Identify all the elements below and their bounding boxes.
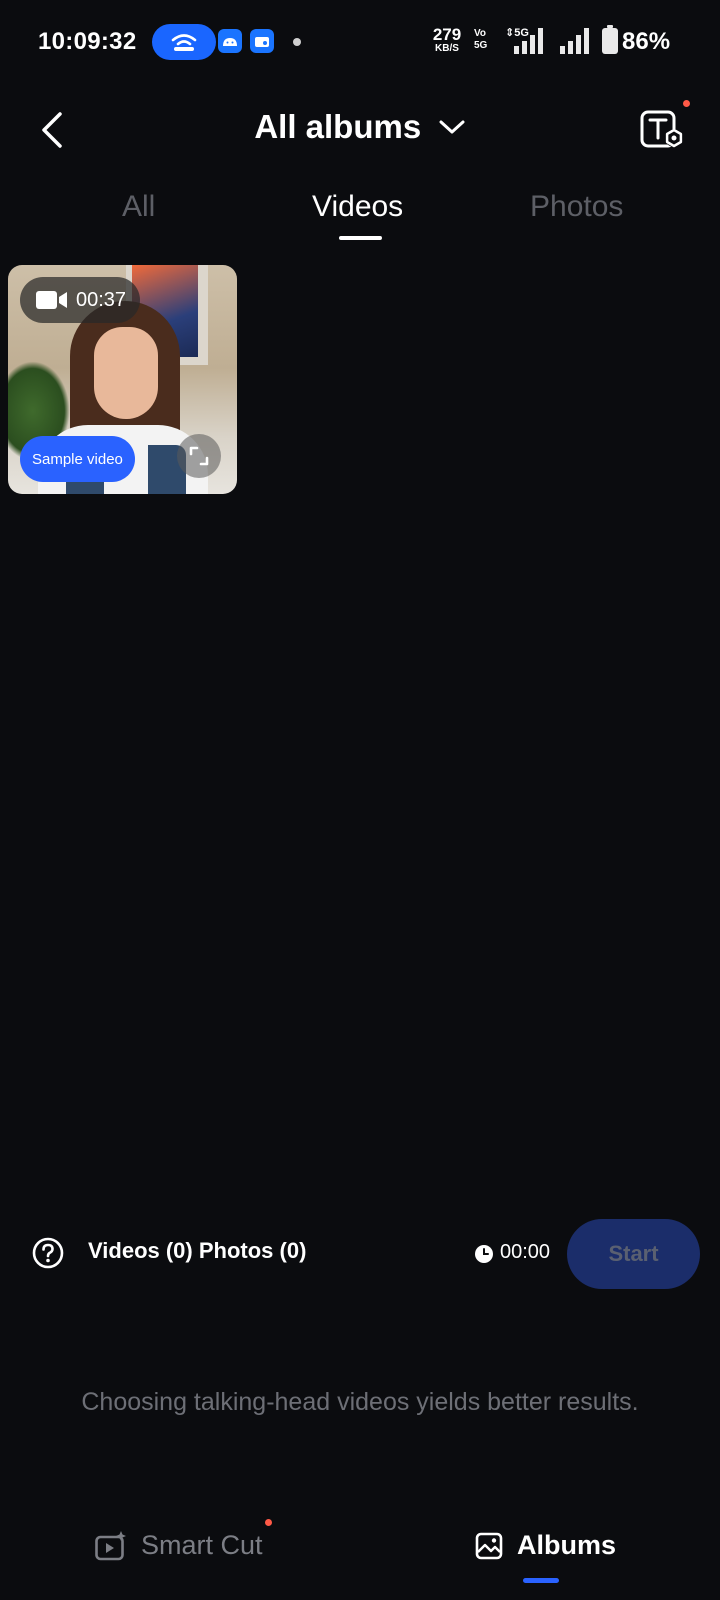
more-notifications-dot [293,38,301,46]
network-speed: 279 KB/S [432,25,462,54]
selection-count: Videos (0) Photos (0) [88,1238,307,1263]
tab-indicator [339,236,382,240]
tab-photos[interactable]: Photos [530,190,623,224]
notification-dot [683,100,690,107]
notification-app-icon [250,29,274,53]
volte-indicator: Vo 5G [474,28,488,51]
album-selector[interactable]: All albums [0,108,720,146]
expand-preview-button[interactable] [177,434,221,478]
text-settings-icon [640,110,683,148]
total-duration: 00:00 [500,1241,551,1263]
tab-videos[interactable]: Videos [312,190,403,224]
start-button[interactable]: Start [567,1219,700,1289]
status-bar: 10:09:32 279 KB/S Vo 5G ⇕5G 86% [0,0,720,84]
thumbnail-subject-face [94,327,158,419]
signal-icon-1 [514,28,543,54]
nav-smart-cut-label: Smart Cut [141,1530,263,1560]
start-button-label: Start [608,1241,659,1266]
nav-albums[interactable]: Albums [475,1530,616,1561]
smart-cut-icon [95,1530,126,1560]
duration-badge: 00:37 [20,277,141,323]
sample-video-label: Sample video [32,450,123,468]
sample-video-badge: Sample video [20,436,135,482]
hotspot-pill[interactable] [152,24,216,60]
chevron-down-icon [439,120,465,134]
video-duration: 00:37 [76,288,127,311]
hint-text: Choosing talking-head videos yields bett… [81,1388,639,1416]
page-title: All albums [254,108,422,145]
video-camera-icon [36,291,67,309]
smart-cut-notification-dot [265,1519,272,1526]
hotspot-icon [171,34,197,51]
signal-icon-2 [560,28,589,54]
battery-icon [602,25,618,54]
nav-active-indicator [523,1578,559,1583]
android-app-icon [218,29,242,53]
nav-smart-cut[interactable]: Smart Cut [95,1530,263,1561]
text-settings-button[interactable] [638,108,686,152]
media-thumbnail[interactable]: 00:37 Sample video [8,265,237,494]
nav-albums-label: Albums [517,1530,617,1560]
help-icon [32,1237,64,1269]
expand-icon [189,446,209,466]
battery-percent: 86% [622,28,671,55]
albums-icon [475,1532,503,1559]
status-time: 10:09:32 [38,28,137,55]
clock-icon [475,1245,493,1263]
tab-all[interactable]: All [122,190,155,224]
help-button[interactable] [32,1237,64,1269]
